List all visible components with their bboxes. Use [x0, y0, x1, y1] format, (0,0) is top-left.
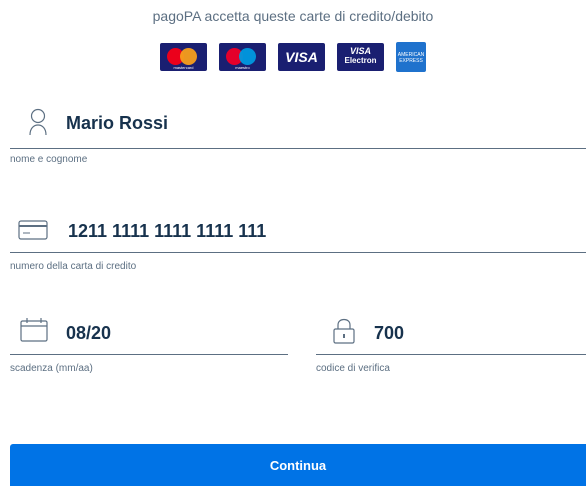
american-express-logo: AMERICAN EXPRESS	[396, 42, 426, 72]
expiry-field-label: scadenza (mm/aa)	[10, 363, 93, 374]
accepted-cards-row: mastercard maestro VISA VISA Electron AM…	[160, 42, 426, 72]
cvv-field[interactable]: 700	[374, 323, 404, 344]
card-number-field[interactable]: 1211 1111 1111 1111 111	[68, 221, 266, 242]
visa-electron-logo: VISA Electron	[337, 43, 384, 71]
mastercard-logo: mastercard	[160, 43, 207, 71]
visa-logo: VISA	[278, 43, 325, 71]
user-icon	[29, 108, 47, 136]
credit-card-icon	[18, 220, 48, 240]
accepted-cards-intro: pagoPA accetta queste carte di credito/d…	[152, 8, 434, 24]
continue-button[interactable]: Continua	[10, 444, 586, 486]
expiry-field[interactable]: 08/20	[66, 323, 111, 344]
card-number-field-label: numero della carta di credito	[10, 261, 137, 272]
cvv-field-underline	[316, 354, 586, 355]
name-field[interactable]: Mario Rossi	[66, 113, 168, 134]
name-field-underline	[10, 148, 586, 149]
lock-icon	[333, 318, 355, 344]
name-field-label: nome e cognome	[10, 154, 88, 165]
calendar-icon	[20, 318, 48, 342]
expiry-field-underline	[10, 354, 288, 355]
maestro-logo: maestro	[219, 43, 266, 71]
card-number-field-underline	[10, 252, 586, 253]
cvv-field-label: codice di verifica	[316, 363, 390, 374]
